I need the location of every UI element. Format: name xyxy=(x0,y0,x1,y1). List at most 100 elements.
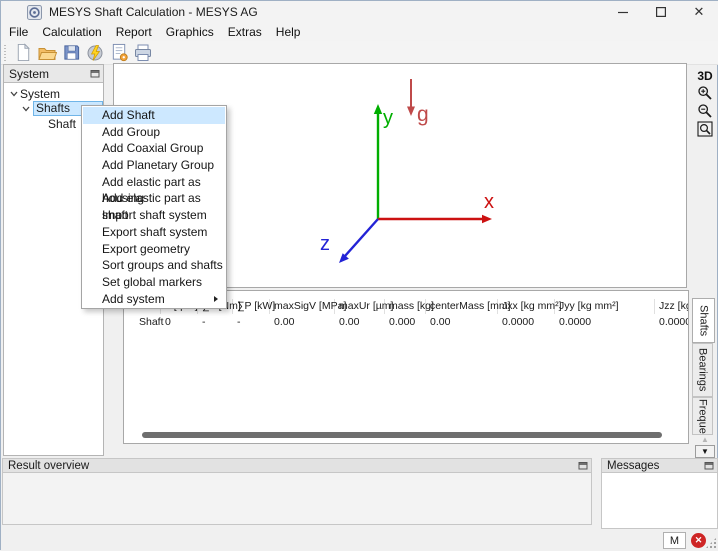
x-axis-label: x xyxy=(484,191,494,213)
menu-item-add-shaft[interactable]: Add Shaft xyxy=(83,107,225,124)
col-header-mass[interactable]: mass [kg] xyxy=(385,299,426,314)
menu-calculation[interactable]: Calculation xyxy=(35,23,108,41)
float-panel-icon[interactable] xyxy=(577,461,588,471)
titlebar: MESYS Shaft Calculation - MESYS AG ✕ xyxy=(1,1,718,23)
zoom-fit-button[interactable] xyxy=(695,121,715,137)
menu-item-label: Add system xyxy=(102,292,165,306)
zoom-out-icon xyxy=(697,103,713,119)
col-header-centermass[interactable]: centerMass [mm] xyxy=(426,299,498,314)
main-toolbar xyxy=(1,41,718,65)
app-icon xyxy=(27,5,42,20)
minimize-button[interactable] xyxy=(603,1,643,23)
tab-frequencies[interactable]: Freque xyxy=(692,397,713,435)
print-button[interactable] xyxy=(132,42,154,63)
col-header-jxx[interactable]: Jxx [kg mm²] xyxy=(498,299,555,314)
menu-item-set-global-markers[interactable]: Set global markers xyxy=(83,274,225,291)
result-overview-panel: Result overview xyxy=(2,458,592,525)
maximize-button[interactable] xyxy=(641,1,681,23)
col-header-jyy[interactable]: Jyy [kg mm²] xyxy=(555,299,655,314)
open-file-button[interactable] xyxy=(36,42,58,63)
menu-item-add-coaxial-group[interactable]: Add Coaxial Group xyxy=(83,140,225,157)
messages-content[interactable] xyxy=(601,473,718,529)
tab-shafts[interactable]: Shafts xyxy=(692,298,715,343)
zoom-in-button[interactable] xyxy=(695,85,715,101)
result-overview-header: Result overview xyxy=(2,458,592,473)
view-3d-button[interactable]: 3D xyxy=(691,69,718,83)
window-title: MESYS Shaft Calculation - MESYS AG xyxy=(49,5,258,19)
tab-scroll-up-icon[interactable]: ▲ xyxy=(695,435,715,444)
cell-jzz: 0.0000 xyxy=(655,314,689,330)
cell-n: 0 xyxy=(161,314,198,330)
toolbar-drag-handle[interactable] xyxy=(4,45,6,61)
horizontal-scrollbar[interactable] xyxy=(142,432,662,438)
menu-item-export-shaft-system[interactable]: Export shaft system xyxy=(83,224,225,241)
cell-maxsigv: 0.00 xyxy=(270,314,335,330)
statusbar: M ✕ xyxy=(1,529,718,551)
tab-bearings[interactable]: Bearings xyxy=(692,343,713,397)
z-axis-label: z xyxy=(320,233,330,255)
y-axis-label: y xyxy=(383,107,393,129)
menu-item-add-group[interactable]: Add Group xyxy=(83,124,225,141)
menu-item-add-elastic-shaft[interactable]: Add elastic part as shaft xyxy=(83,190,225,207)
cell-name: Shaft xyxy=(124,314,161,330)
result-overview-content[interactable] xyxy=(2,473,592,525)
messages-header: Messages xyxy=(601,458,718,473)
calculate-button[interactable] xyxy=(84,42,106,63)
submenu-arrow-icon xyxy=(214,296,218,302)
messages-panel: Messages xyxy=(601,458,718,529)
col-header-jzz[interactable]: Jzz [kg mm²] xyxy=(655,299,689,314)
gravity-label: g xyxy=(417,103,429,126)
shaft-table: Name n [rpm] ∑T [Nm] ∑P [kW] maxSigV [MP… xyxy=(123,290,689,444)
system-panel-title: System xyxy=(9,67,49,81)
calculate-icon xyxy=(85,43,105,63)
chevron-down-icon[interactable] xyxy=(20,103,32,115)
report-icon xyxy=(110,43,129,62)
table-row[interactable]: Shaft 0 - - 0.00 0.00 0.000 0.00 0.0000 … xyxy=(124,314,688,330)
cell-mass: 0.000 xyxy=(385,314,426,330)
tab-scroll-down-icon[interactable]: ▼ xyxy=(695,445,715,458)
menu-help[interactable]: Help xyxy=(269,23,308,41)
tree-item-label: Shaft xyxy=(48,117,76,131)
chevron-down-icon[interactable] xyxy=(8,88,20,100)
system-panel-header: System xyxy=(4,65,103,83)
col-header-maxsigv[interactable]: maxSigV [MPa] xyxy=(270,299,335,314)
cell-centermass: 0.00 xyxy=(426,314,498,330)
cell-power: - xyxy=(233,314,270,330)
report-button[interactable] xyxy=(108,42,130,63)
close-button[interactable]: ✕ xyxy=(679,1,718,23)
zoom-out-button[interactable] xyxy=(695,103,715,119)
mesys-shaft-calculation-window: { "titlebar": { "title": "MESYS Shaft Ca… xyxy=(0,0,718,550)
messages-title: Messages xyxy=(607,460,659,472)
cell-jyy: 0.0000 xyxy=(555,314,655,330)
print-icon xyxy=(133,43,153,63)
menu-item-import-shaft-system[interactable]: Import shaft system xyxy=(83,207,225,224)
new-file-icon xyxy=(14,43,33,62)
menu-item-export-geometry[interactable]: Export geometry xyxy=(83,241,225,258)
menu-item-add-system[interactable]: Add system xyxy=(83,291,225,308)
menu-report[interactable]: Report xyxy=(109,23,159,41)
cell-torque: - xyxy=(198,314,233,330)
tab-scroll-buttons: ▲ ▼ xyxy=(695,435,715,458)
save-file-button[interactable] xyxy=(60,42,82,63)
col-header-power[interactable]: ∑P [kW] xyxy=(233,299,270,314)
menu-extras[interactable]: Extras xyxy=(221,23,269,41)
col-header-maxur[interactable]: maxUr [µm] xyxy=(335,299,385,314)
menu-file[interactable]: File xyxy=(2,23,35,41)
save-file-icon xyxy=(62,43,81,62)
open-file-icon xyxy=(37,43,57,63)
new-file-button[interactable] xyxy=(12,42,34,63)
menu-item-add-elastic-housing[interactable]: Add elastic part as housing xyxy=(83,174,225,191)
side-tab-bar: Shafts Bearings Freque xyxy=(692,298,717,435)
messages-toggle-button[interactable]: M xyxy=(663,532,686,549)
menu-item-sort-groups-and-shafts[interactable]: Sort groups and shafts xyxy=(83,257,225,274)
zoom-in-icon xyxy=(697,85,713,101)
context-menu: Add Shaft Add Group Add Coaxial Group Ad… xyxy=(81,105,227,309)
menu-graphics[interactable]: Graphics xyxy=(159,23,221,41)
z-axis xyxy=(345,219,378,256)
float-panel-icon[interactable] xyxy=(703,461,714,471)
float-panel-icon[interactable] xyxy=(89,69,100,79)
resize-grip-icon[interactable] xyxy=(705,537,717,549)
menu-item-add-planetary-group[interactable]: Add Planetary Group xyxy=(83,157,225,174)
status-error-icon[interactable]: ✕ xyxy=(691,533,706,548)
tree-item-system[interactable]: System xyxy=(4,86,103,101)
